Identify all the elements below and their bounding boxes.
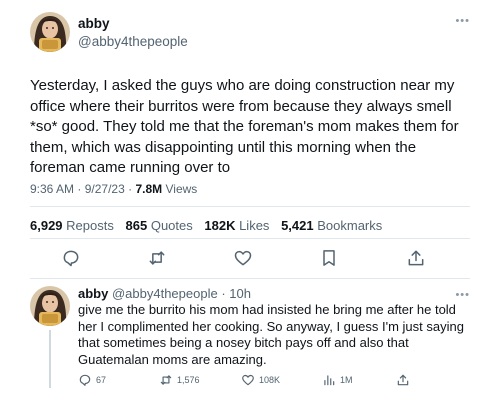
quotes-label: Quotes	[150, 218, 193, 233]
reply-age[interactable]: 10h	[229, 286, 251, 301]
reply-action-bar: 67 1,576 108K 1M	[78, 372, 470, 388]
engagement-stats: 6,929 Reposts 865 Quotes 182K Likes 5,42…	[30, 218, 390, 233]
tweet-time[interactable]: 9:36 AM	[30, 182, 74, 196]
likes-count: 182K	[204, 218, 236, 233]
quotes-count: 865	[125, 218, 148, 233]
tweet-meta: 9:36 AM · 9/27/23 · 7.8M Views	[30, 182, 197, 196]
share-icon[interactable]	[396, 372, 414, 388]
reply-views-action[interactable]: 1M	[322, 372, 353, 388]
reply-reposts-action[interactable]: 1,576	[159, 372, 200, 388]
main-tweet-header: abby @abby4thepeople •••	[30, 12, 470, 54]
more-icon[interactable]: •••	[455, 290, 470, 301]
divider	[30, 238, 470, 239]
tweet-date[interactable]: 9/27/23	[85, 182, 125, 196]
more-icon[interactable]: •••	[455, 16, 470, 27]
share-icon[interactable]	[406, 248, 426, 268]
likes-label: Likes	[239, 218, 270, 233]
reply-replies-count: 67	[96, 375, 107, 385]
reposts-stat[interactable]: 6,929 Reposts	[30, 218, 114, 233]
repost-icon	[160, 375, 172, 385]
views-icon	[324, 375, 335, 386]
views-count: 7.8M	[135, 182, 163, 196]
tweet-page: abby @abby4thepeople ••• Yesterday, I as…	[0, 0, 500, 403]
meta-separator: ·	[77, 182, 85, 196]
action-bar	[30, 244, 470, 272]
author-handle[interactable]: @abby4thepeople	[78, 34, 188, 49]
heart-icon	[242, 374, 254, 386]
reply-views-count: 1M	[340, 375, 353, 385]
avatar[interactable]	[30, 12, 70, 52]
quotes-stat[interactable]: 865 Quotes	[126, 218, 193, 233]
reply-author-handle[interactable]: @abby4thepeople	[112, 286, 218, 301]
bookmark-icon[interactable]	[319, 248, 339, 268]
reposts-count: 6,929	[30, 218, 63, 233]
tweet-text: Yesterday, I asked the guys who are doin…	[30, 77, 459, 176]
reply-replies-action[interactable]: 67	[78, 372, 106, 388]
reply-reposts-count: 1,576	[177, 375, 200, 385]
divider	[30, 278, 470, 279]
author-name[interactable]: abby	[78, 16, 110, 31]
repost-icon[interactable]	[147, 248, 167, 268]
divider	[30, 206, 470, 207]
reply-icon[interactable]	[61, 248, 81, 268]
reply-header: abby @abby4thepeople · 10h	[78, 286, 251, 301]
bookmarks-label: Bookmarks	[317, 218, 383, 233]
reply-likes-action[interactable]: 108K	[241, 372, 280, 388]
reply-author-name[interactable]: abby	[78, 286, 108, 301]
avatar[interactable]	[30, 286, 70, 326]
likes-stat[interactable]: 182K Likes	[204, 218, 269, 233]
bookmarks-count: 5,421	[281, 218, 314, 233]
reposts-label: Reposts	[66, 218, 114, 233]
heart-icon[interactable]	[233, 248, 253, 268]
thread-line	[49, 330, 51, 388]
reply-icon	[79, 374, 91, 386]
views-label: Views	[165, 182, 198, 196]
bookmarks-stat[interactable]: 5,421 Bookmarks	[281, 218, 382, 233]
reply-likes-count: 108K	[259, 375, 281, 385]
reply-tweet[interactable]: abby @abby4thepeople · 10h ••• give me t…	[30, 286, 470, 396]
meta-separator: ·	[217, 286, 230, 301]
reply-text: give me the burrito his mom had insisted…	[78, 302, 464, 367]
